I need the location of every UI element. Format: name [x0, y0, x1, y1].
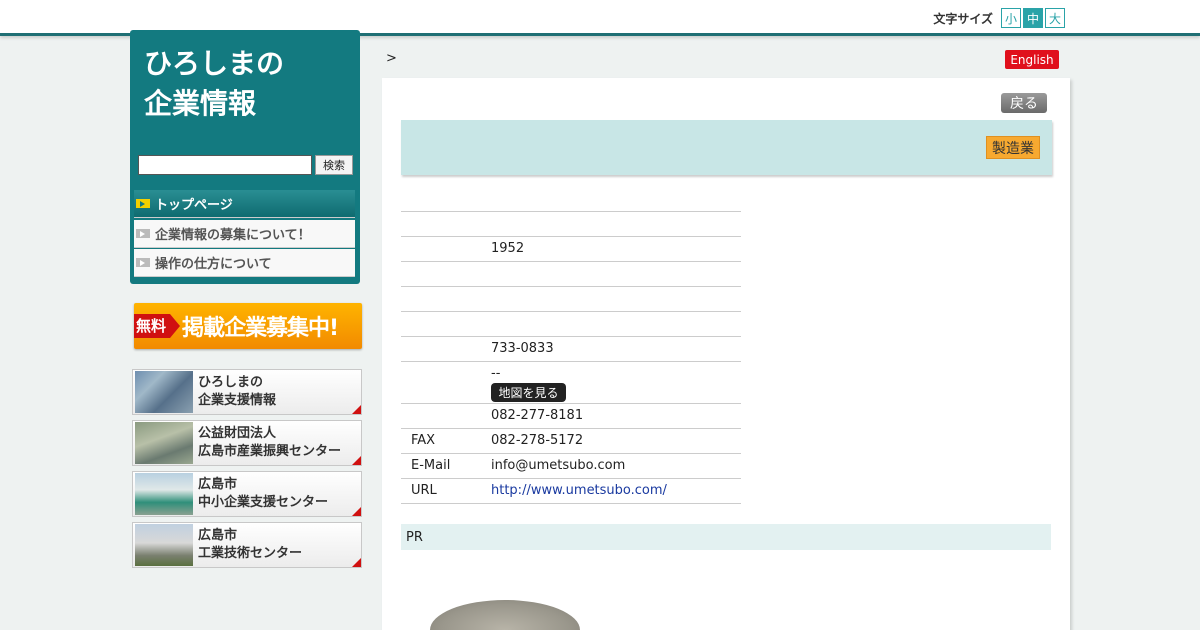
row-label — [401, 286, 491, 312]
table-row: URL http://www.umetsubo.com/ — [401, 478, 741, 504]
sidebar-item-label: 企業情報の募集について！ — [155, 228, 311, 243]
banner-sme-support-center[interactable]: 広島市 中小企業支援センター — [132, 471, 362, 517]
table-row: 1952 — [401, 236, 741, 262]
banner-line1: ひろしまの — [198, 375, 264, 390]
arrow-icon — [136, 258, 150, 267]
banner-line1: 広島市 — [198, 528, 238, 543]
postal-code: 733-0833 — [491, 336, 741, 362]
free-tag: 無料 — [134, 314, 181, 338]
table-row — [401, 286, 741, 312]
font-size-small-button[interactable]: 小 — [1001, 8, 1021, 28]
row-value — [491, 261, 741, 287]
row-label — [401, 336, 491, 362]
search-input[interactable] — [138, 155, 312, 175]
website-link[interactable]: http://www.umetsubo.com/ — [491, 483, 667, 498]
row-value — [491, 186, 741, 212]
back-button[interactable]: 戻る — [1001, 93, 1047, 113]
arrow-icon — [136, 199, 150, 208]
sidebar: ひろしまの 企業情報 検索 トップページ 企業情報の募集について！ 操作の仕方に… — [130, 30, 360, 284]
table-row: E-Mail info@umetsubo.com — [401, 453, 741, 479]
phone-value: 082-277-8181 — [491, 403, 741, 429]
site-logo-title[interactable]: ひろしまの 企業情報 — [144, 44, 284, 124]
row-label — [401, 311, 491, 337]
table-row: 733-0833 — [401, 336, 741, 362]
search-button[interactable]: 検索 — [315, 155, 353, 175]
table-row: -- 地図を見る — [401, 361, 741, 404]
row-label — [401, 403, 491, 429]
font-size-medium-button[interactable]: 中 — [1023, 8, 1043, 28]
table-row — [401, 261, 741, 287]
table-row: 082-277-8181 — [401, 403, 741, 429]
site-title-line1: ひろしまの — [144, 47, 285, 80]
sidebar-item-how-to[interactable]: 操作の仕方について — [134, 249, 355, 277]
table-row — [401, 211, 741, 237]
font-size-switcher: 文字サイズ 小 中 大 — [933, 8, 1065, 28]
banner-line2: 中小企業支援センター — [198, 495, 329, 510]
row-value — [491, 286, 741, 312]
email-label: E-Mail — [401, 453, 491, 479]
founded-year: 1952 — [491, 236, 741, 262]
banner-line1: 公益財団法人 — [198, 426, 277, 441]
recruit-text: 掲載企業募集中! — [182, 316, 339, 341]
email-value: info@umetsubo.com — [491, 453, 741, 479]
row-label — [401, 361, 491, 404]
font-size-large-button[interactable]: 大 — [1045, 8, 1065, 28]
sidebar-item-label: 操作の仕方について — [155, 257, 272, 272]
table-row — [401, 311, 741, 337]
banner-line2: 広島市産業振興センター — [198, 444, 342, 459]
view-map-button[interactable]: 地図を見る — [491, 383, 566, 402]
banner-line2: 企業支援情報 — [198, 393, 277, 408]
row-label — [401, 261, 491, 287]
site-title-line2: 企業情報 — [144, 87, 257, 120]
city-photo — [135, 422, 193, 464]
arrow-icon — [136, 229, 150, 238]
aerial-city-photo — [135, 371, 193, 413]
banner-line1: 広島市 — [198, 477, 238, 492]
font-size-label: 文字サイズ — [933, 11, 993, 26]
row-label — [401, 236, 491, 262]
pr-section-header: PR — [401, 524, 1051, 550]
industry-badge[interactable]: 製造業 — [986, 136, 1040, 159]
breadcrumb: > — [386, 51, 397, 66]
row-value — [491, 211, 741, 237]
company-header — [401, 120, 1052, 175]
english-button[interactable]: English — [1005, 50, 1059, 69]
banner-industry-promotion-center[interactable]: 公益財団法人 広島市産業振興センター — [132, 420, 362, 466]
banner-line2: 工業技術センター — [198, 546, 303, 561]
recruit-banner[interactable]: 無料 掲載企業募集中! — [134, 303, 362, 349]
table-row: FAX 082-278-5172 — [401, 428, 741, 454]
row-value — [491, 311, 741, 337]
tech-center-photo — [135, 524, 193, 566]
row-label — [401, 186, 491, 212]
fax-value: 082-278-5172 — [491, 428, 741, 454]
row-label — [401, 211, 491, 237]
table-row — [401, 186, 741, 212]
sidebar-item-label: トップページ — [155, 198, 233, 213]
address-value: -- — [491, 366, 501, 381]
banner-industrial-tech-center[interactable]: 広島市 工業技術センター — [132, 522, 362, 568]
fax-label: FAX — [401, 428, 491, 454]
banner-support-info[interactable]: ひろしまの 企業支援情報 — [132, 369, 362, 415]
sidebar-item-top-page[interactable]: トップページ — [134, 190, 355, 218]
url-label: URL — [401, 478, 491, 504]
building-photo — [135, 473, 193, 515]
company-info-table: 1952 733-0833 -- 地図を見る 082-277-8181 FAX … — [401, 186, 741, 504]
sidebar-item-recruitment[interactable]: 企業情報の募集について！ — [134, 220, 355, 248]
